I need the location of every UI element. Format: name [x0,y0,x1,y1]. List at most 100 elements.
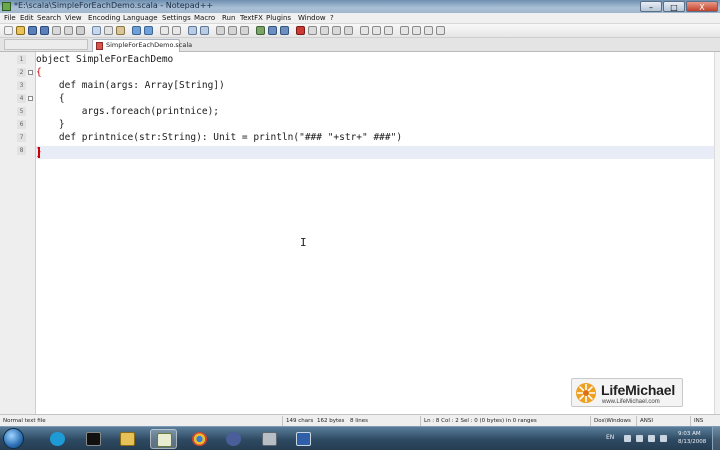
fold-toggle-icon[interactable] [28,70,33,75]
zoom-in-icon[interactable] [188,26,197,35]
code-line: } [36,119,65,130]
show-all-chars-icon[interactable] [240,26,249,35]
taskbar-printer[interactable] [256,429,283,449]
menu-window[interactable]: Window [298,13,326,24]
taskbar-chrome[interactable] [186,429,213,449]
replace-icon[interactable] [172,26,181,35]
open-folder-icon[interactable] [16,26,25,35]
code-line: def printnice(str:String): Unit = printl… [36,132,403,143]
word-wrap-icon[interactable] [228,26,237,35]
menu-textfx[interactable]: TextFX [240,13,263,24]
undo-icon[interactable] [132,26,141,35]
editor-area[interactable]: 1 2 3 4 5 6 7 8 object SimpleForEachDemo… [0,52,720,414]
title-bar: *E:\scala\SimpleForEachDemo.scala - Note… [0,0,720,13]
fold-toggle-icon[interactable] [28,96,33,101]
menu-language[interactable]: Language [123,13,158,24]
line-number: 4 [17,94,26,103]
taskbar-remote-desktop[interactable] [290,429,317,449]
menu-file[interactable]: File [4,13,16,24]
unsaved-file-icon [96,42,103,50]
document-map-icon[interactable] [280,26,289,35]
status-encoding: ANSI [636,416,653,426]
action-center-icon[interactable] [660,435,667,442]
misc-tool-icon[interactable] [436,26,445,35]
logo-name: LifeMichael [601,382,676,398]
lifemichael-logo: LifeMichael www.LifeMichael.com [571,378,683,407]
paste-icon[interactable] [116,26,125,35]
menu-macro[interactable]: Macro [194,13,215,24]
code-line: { [36,93,65,104]
taskbar-command-prompt[interactable] [80,429,107,449]
find-icon[interactable] [160,26,169,35]
maximize-button[interactable]: □ [663,1,685,12]
taskbar-skype[interactable] [44,429,71,449]
language-indicator[interactable]: EN [606,434,614,441]
network-icon[interactable] [636,435,643,442]
status-length: 149 chars [282,416,313,426]
prev-error-icon[interactable] [384,26,393,35]
dropdown-arrow-icon[interactable] [400,26,409,35]
zoom-out-icon[interactable] [200,26,209,35]
misc-arrow-icon[interactable] [424,26,433,35]
save-macro-icon[interactable] [344,26,353,35]
play-macro-icon[interactable] [320,26,329,35]
vertical-scrollbar[interactable] [714,52,720,414]
copy-icon[interactable] [104,26,113,35]
save-all-icon[interactable] [40,26,49,35]
sunburst-logo-icon [576,383,596,403]
cut-icon[interactable] [92,26,101,35]
menu-run[interactable]: Run [222,13,235,24]
code-line: object SimpleForEachDemo [36,54,174,65]
save-icon[interactable] [28,26,37,35]
tray-expand-icon[interactable] [624,435,631,442]
show-desktop-button[interactable] [712,427,720,450]
sync-scroll-icon[interactable] [216,26,225,35]
start-button-icon[interactable] [3,428,24,449]
menu-edit[interactable]: Edit [20,13,34,24]
volume-icon[interactable] [648,435,655,442]
redo-icon[interactable] [144,26,153,35]
settings-arrow-icon[interactable] [412,26,421,35]
next-error-icon[interactable] [372,26,381,35]
stop-macro-icon[interactable] [308,26,317,35]
status-file-type: Normal text file [3,418,46,424]
text-caret [38,147,40,158]
menu-encoding[interactable]: Encoding [88,13,120,24]
code-line: def main(args: Array[String]) [36,80,225,91]
menu-settings[interactable]: Settings [162,13,191,24]
code-line: { [36,67,42,78]
menu-search[interactable]: Search [37,13,61,24]
system-tray: EN 9:03 AM 8/13/2008 [596,427,720,450]
code-line: args.foreach(printnice); [36,106,220,117]
record-macro-icon[interactable] [296,26,305,35]
eclipse-icon [226,432,241,446]
close-button[interactable]: X [686,1,718,12]
minimize-button[interactable]: – [640,1,662,12]
clock-date[interactable]: 8/13/2008 [678,439,706,445]
taskbar-notepad-plus-plus[interactable] [150,429,177,449]
close-all-icon[interactable] [64,26,73,35]
user-defined-language-icon[interactable] [268,26,277,35]
printer-icon [262,432,277,446]
close-file-icon[interactable] [52,26,61,35]
taskbar-eclipse[interactable] [220,429,247,449]
command-prompt-icon [86,432,101,446]
spell-check-icon[interactable] [360,26,369,35]
print-icon[interactable] [76,26,85,35]
new-file-icon[interactable] [4,26,13,35]
line-number: 3 [17,81,26,90]
tab-bar: SimpleForEachDemo.scala [0,38,720,52]
menu-help[interactable]: ? [330,13,334,24]
clock-time[interactable]: 9:03 AM [678,431,701,437]
taskbar-explorer[interactable] [114,429,141,449]
menu-plugins[interactable]: Plugins [266,13,291,24]
tab-scroll-area[interactable] [4,39,88,50]
toolbar [0,24,720,38]
tab-simpleforeachdemo[interactable]: SimpleForEachDemo.scala [92,39,192,52]
line-number-gutter[interactable]: 1 2 3 4 5 6 7 8 [0,52,36,414]
menu-view[interactable]: View [65,13,82,24]
run-macro-multiple-icon[interactable] [332,26,341,35]
menu-bar: File Edit Search View Encoding Language … [0,13,720,24]
folder-icon [120,432,135,446]
indent-guide-icon[interactable] [256,26,265,35]
